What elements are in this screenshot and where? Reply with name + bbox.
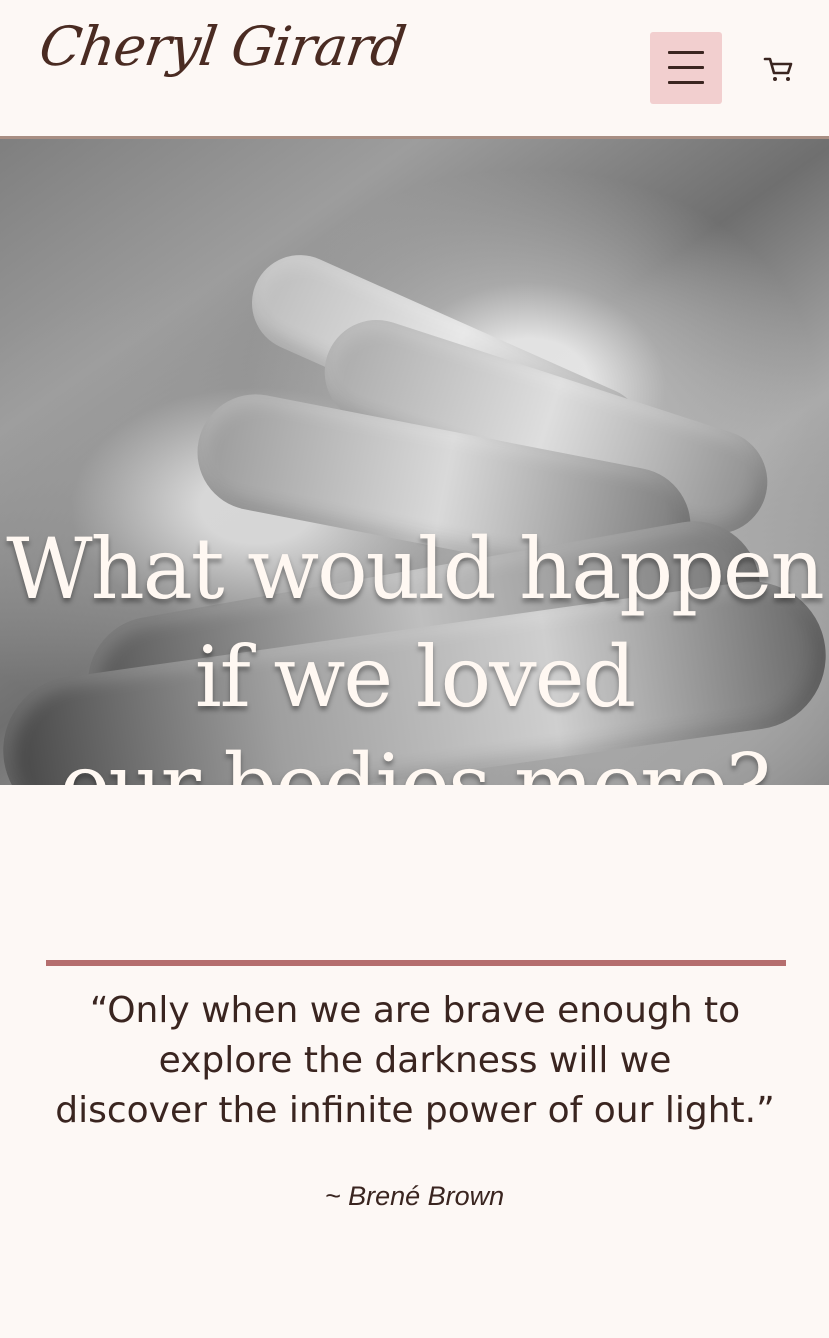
menu-line-middle [668, 66, 704, 69]
shopping-cart-icon [763, 57, 793, 81]
hero-section: What would happen if we loved our bodies… [0, 139, 829, 785]
site-header: Cheryl Girard [0, 0, 829, 139]
hero-heading-line: What would happen [6, 520, 824, 618]
menu-line-top [668, 51, 704, 54]
hero-heading: What would happen if we loved our bodies… [0, 515, 829, 785]
quote-author: ~ Brené Brown [324, 1181, 505, 1211]
hero-heading-line: our bodies more? [59, 736, 771, 785]
quote-text: “Only when we are brave enough to explor… [48, 986, 782, 1136]
quote-line: discover the infinite power of our light… [55, 1090, 775, 1131]
menu-button[interactable] [650, 32, 722, 104]
site-logo[interactable]: Cheryl Girard [36, 15, 409, 78]
menu-line-bottom [668, 81, 704, 84]
hero-heading-line: if we loved [194, 628, 636, 726]
quote-line: “Only when we are brave enough to [89, 990, 741, 1031]
quote-line: explore the darkness will we [158, 1040, 672, 1081]
hamburger-menu-icon [668, 51, 704, 85]
cart-button[interactable] [759, 52, 797, 86]
quote-section: “Only when we are brave enough to explor… [0, 785, 829, 1338]
quote-divider [46, 960, 786, 966]
